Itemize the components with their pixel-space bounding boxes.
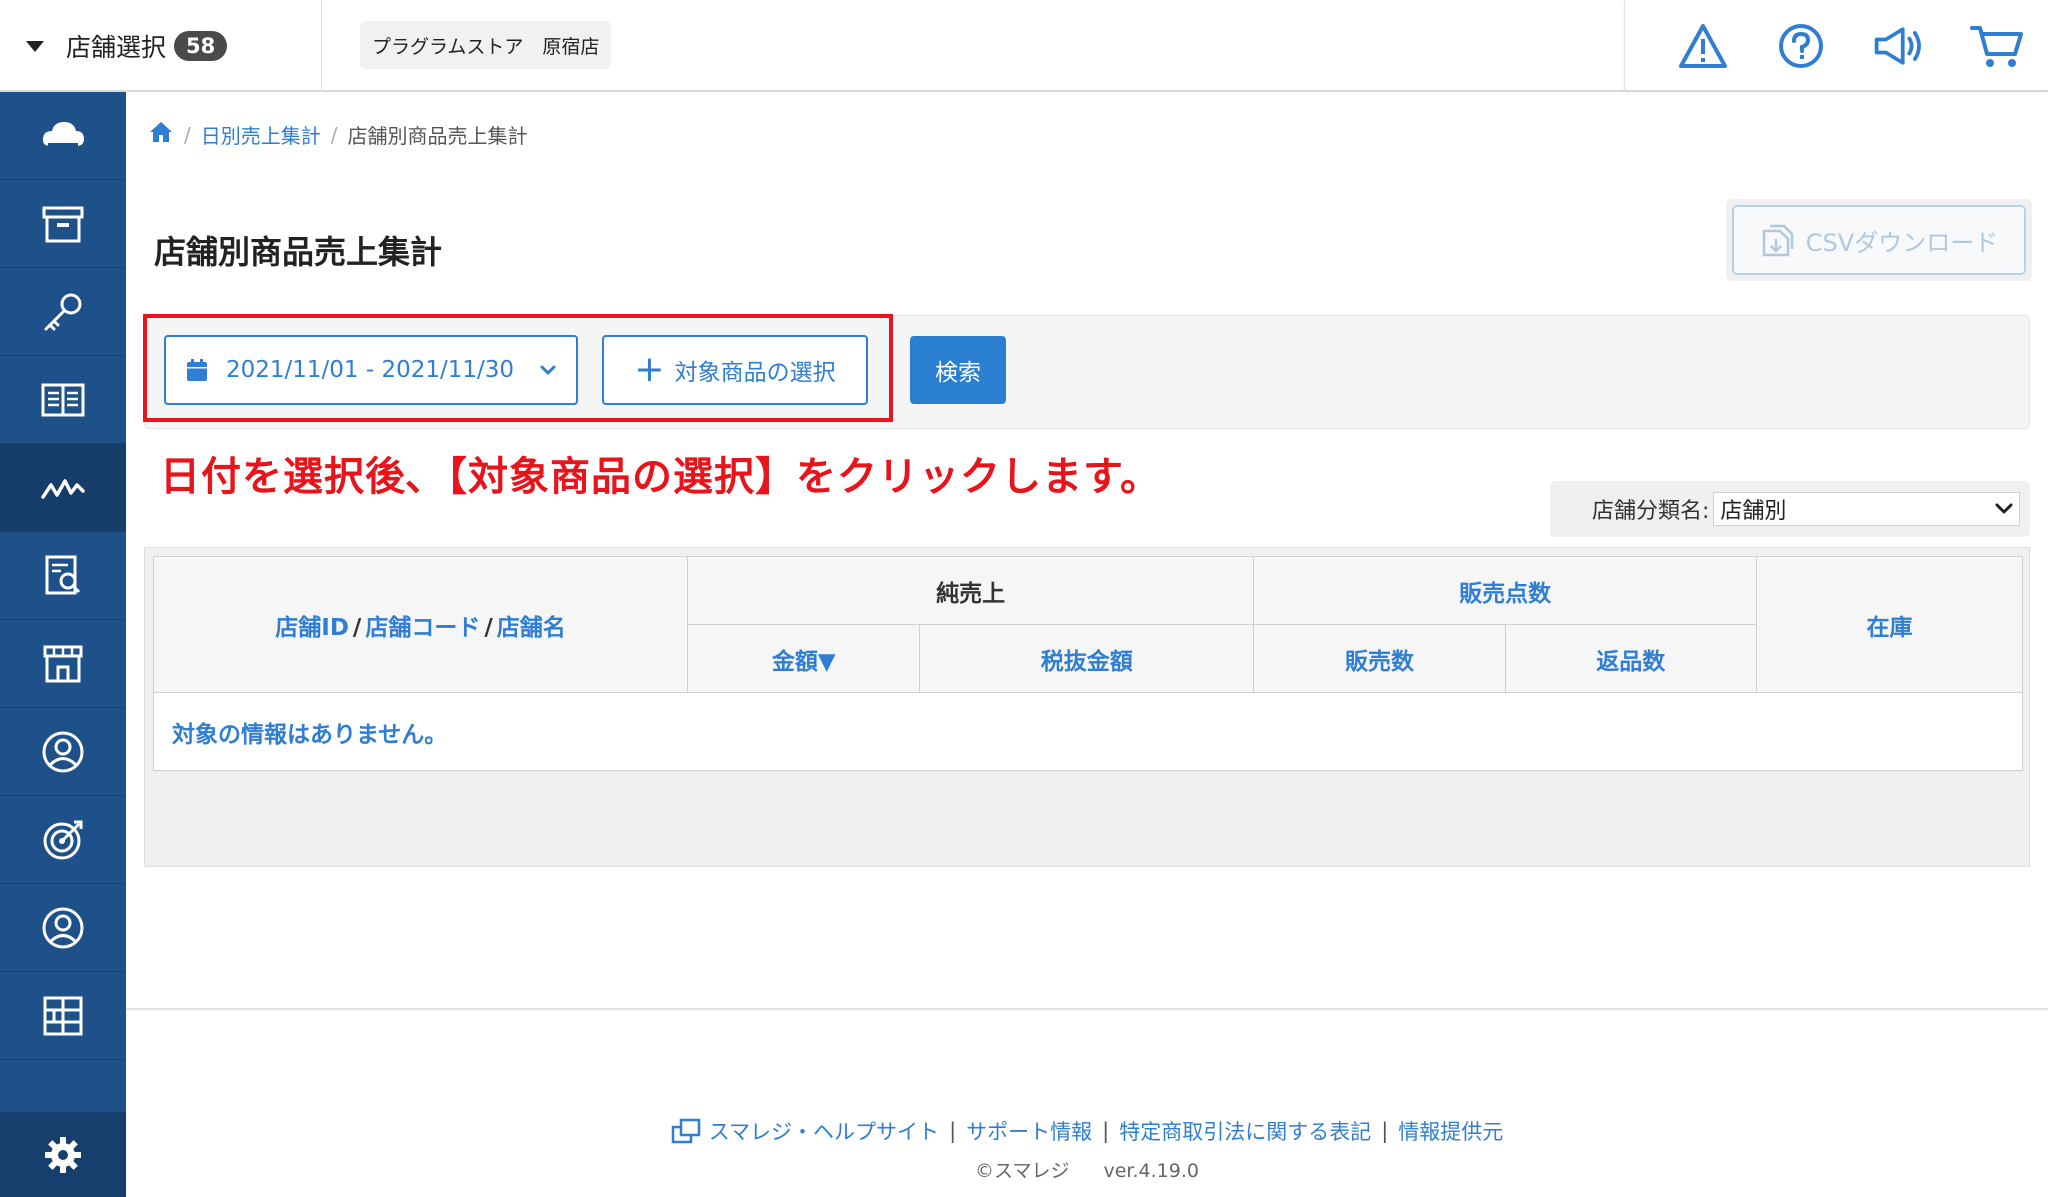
breadcrumb-separator: / xyxy=(184,122,191,147)
sidebar-item-store[interactable] xyxy=(0,620,126,708)
csv-download-button[interactable]: CSVダウンロード xyxy=(1732,205,2026,275)
copyright-text: ©スマレジ xyxy=(975,1160,1070,1182)
key-icon xyxy=(44,293,82,330)
csv-download-wrapper: CSVダウンロード xyxy=(1726,199,2032,281)
sidebar-item-book[interactable] xyxy=(0,356,126,444)
store-category-value: 店舗別 xyxy=(1720,499,1787,524)
store-category-filter: 店舗分類名: 店舗別 xyxy=(1550,481,2030,537)
cloud-icon xyxy=(42,121,84,147)
top-header: 店舗選択 58 プラグラムストア 原宿店 xyxy=(0,0,2048,92)
store-count-badge: 58 xyxy=(174,31,228,61)
search-button[interactable]: 検索 xyxy=(910,336,1006,404)
select-target-products-label: 対象商品の選択 xyxy=(674,360,836,386)
store-category-label: 店舗分類名: xyxy=(1592,499,1710,524)
sidebar-item-cloud[interactable] xyxy=(0,92,126,180)
help-icon[interactable] xyxy=(1773,18,1829,74)
footer-copyright: ©スマレジ ver.4.19.0 xyxy=(126,1156,2048,1183)
footer-links: スマレジ・ヘルプサイト | サポート情報 | 特定商取引法に関する表記 | 情報… xyxy=(126,1116,2048,1146)
col-header-amount[interactable]: 金額▼ xyxy=(686,624,921,693)
footer-divider xyxy=(126,1008,2048,1010)
breadcrumb-separator: / xyxy=(330,122,338,147)
cart-icon[interactable] xyxy=(1969,18,2025,74)
footer-link-commerce-law[interactable]: 特定商取引法に関する表記 xyxy=(1119,1116,1371,1146)
store-select-label: 店舗選択 xyxy=(66,33,167,62)
footer-link-help-site[interactable]: スマレジ・ヘルプサイト xyxy=(709,1116,939,1146)
report-search-icon xyxy=(45,555,81,594)
breadcrumb-daily-sales[interactable]: 日別売上集計 xyxy=(201,120,321,149)
home-icon[interactable] xyxy=(148,120,174,149)
version-text: ver.4.19.0 xyxy=(1103,1160,1199,1182)
store-category-select[interactable]: 店舗別 xyxy=(1713,492,2020,526)
breadcrumb-current: 店舗別商品売上集計 xyxy=(347,124,528,148)
sidebar-item-settings[interactable] xyxy=(0,1112,126,1197)
grid-apps-icon xyxy=(43,996,83,1035)
col-header-store: 店舗ID / 店舗コード / 店舗名 xyxy=(153,556,688,693)
current-store-name: プラグラムストア 原宿店 xyxy=(360,21,612,69)
col-header-store-id[interactable]: 店舗ID xyxy=(275,615,349,641)
customer-user-icon xyxy=(42,907,84,948)
sidebar-item-sales-chart[interactable] xyxy=(0,444,126,532)
sidebar-nav xyxy=(0,92,126,1197)
line-chart-icon xyxy=(41,478,85,499)
col-group-sales-points[interactable]: 販売点数 xyxy=(1253,556,1757,625)
results-table-wrapper: 店舗ID / 店舗コード / 店舗名 純売上 販売点数 在庫 金額▼ 税抜金額 販売数 … xyxy=(144,547,2030,867)
sidebar-item-staff[interactable] xyxy=(0,708,126,796)
sidebar-item-target[interactable] xyxy=(0,796,126,884)
date-range-picker[interactable]: 2021/11/01 - 2021/11/30 xyxy=(164,335,578,405)
sidebar-item-report[interactable] xyxy=(0,532,126,620)
csv-download-label: CSVダウンロード xyxy=(1805,228,1999,257)
book-icon xyxy=(41,383,85,416)
file-download-icon xyxy=(1762,224,1794,257)
empty-results-message: 対象の情報はありません。 xyxy=(153,692,2023,771)
warning-icon[interactable] xyxy=(1675,18,1731,74)
breadcrumb: / 日別売上集計 / 店舗別商品売上集計 xyxy=(148,120,528,149)
plus-icon: + xyxy=(634,349,665,390)
instruction-annotation: 日付を選択後､【対象商品の選択】をクリックします。 xyxy=(160,454,1161,500)
col-header-sold-count[interactable]: 販売数 xyxy=(1253,624,1506,693)
chevron-down-icon xyxy=(1995,503,2013,514)
target-icon xyxy=(43,820,83,859)
date-range-value: 2021/11/01 - 2021/11/30 xyxy=(226,357,515,383)
archive-box-icon xyxy=(42,206,84,242)
megaphone-icon[interactable] xyxy=(1871,18,1927,74)
sidebar-item-customer[interactable] xyxy=(0,884,126,972)
col-header-return-count[interactable]: 返品数 xyxy=(1504,624,1758,693)
caret-down-icon xyxy=(26,40,44,52)
sidebar-item-apps[interactable] xyxy=(0,972,126,1060)
col-header-amount-excl-tax[interactable]: 税抜金額 xyxy=(919,624,1255,693)
chevron-down-icon xyxy=(540,365,556,375)
storefront-icon xyxy=(43,645,83,682)
col-header-store-code[interactable]: 店舗コード xyxy=(365,615,480,641)
footer-link-support[interactable]: サポート情報 xyxy=(966,1116,1092,1146)
staff-user-icon xyxy=(42,731,84,772)
col-header-store-name[interactable]: 店舗名 xyxy=(497,615,566,641)
page-title: 店舗別商品売上集計 xyxy=(154,233,443,271)
select-target-products-button[interactable]: + 対象商品の選択 xyxy=(602,335,868,405)
external-window-icon xyxy=(671,1118,700,1144)
sidebar-item-archive[interactable] xyxy=(0,180,126,268)
footer-link-info-source[interactable]: 情報提供元 xyxy=(1398,1116,1503,1146)
col-header-stock[interactable]: 在庫 xyxy=(1756,556,2023,693)
results-table: 店舗ID / 店舗コード / 店舗名 純売上 販売点数 在庫 金額▼ 税抜金額 販売数 … xyxy=(153,556,2023,771)
gear-icon xyxy=(45,1136,81,1173)
sidebar-item-key[interactable] xyxy=(0,268,126,356)
store-select-dropdown[interactable]: 店舗選択 58 xyxy=(0,0,322,92)
col-group-net-sales: 純売上 xyxy=(686,556,1255,625)
header-icon-group xyxy=(1624,0,2048,92)
calendar-icon xyxy=(187,359,207,381)
